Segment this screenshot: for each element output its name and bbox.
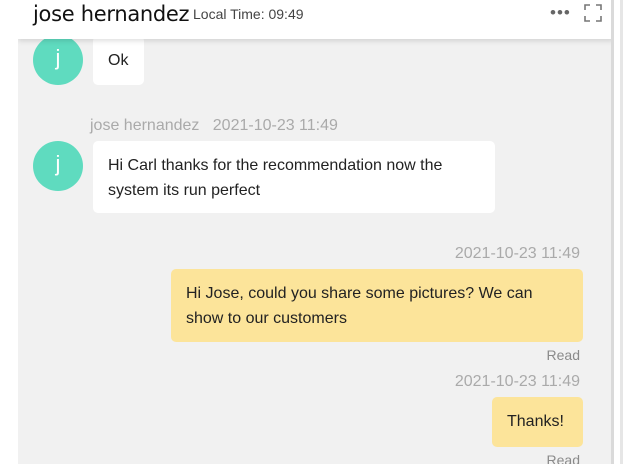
message-text: Ok: [108, 52, 129, 69]
avatar: j: [33, 141, 83, 191]
message-text-line: Hi Carl thanks for the recommendation no…: [108, 157, 443, 174]
message-time: 2021-10-23 11:49: [212, 117, 338, 134]
contact-name: jose hernandez: [33, 2, 190, 26]
expand-icon[interactable]: [584, 4, 602, 22]
avatar: j: [33, 35, 83, 85]
message-meta: jose hernandez 2021-10-23 11:49: [90, 117, 338, 135]
message-time: 2021-10-23 11:49: [454, 373, 580, 390]
sender-name: jose hernandez: [90, 117, 200, 134]
more-horizontal-icon[interactable]: •••: [550, 3, 571, 23]
message-bubble-outgoing: Hi Jose, could you share some pictures? …: [171, 269, 583, 342]
message-text: Thanks!: [507, 413, 564, 430]
scrollbar[interactable]: [620, 0, 623, 464]
chat-header: jose hernandez Local Time: 09:49 •••: [18, 0, 611, 39]
message-bubble: Hi Carl thanks for the recommendation no…: [93, 141, 495, 213]
message-text-line: system its run perfect: [108, 182, 261, 199]
message-text-line: Hi Jose, could you share some pictures? …: [186, 285, 533, 302]
chat-panel: jose hernandez Local Time: 09:49 ••• j O…: [18, 0, 614, 464]
local-time: Local Time: 09:49: [193, 6, 304, 22]
message-bubble: Ok: [93, 36, 144, 85]
message-text-line: show to our customers: [186, 310, 347, 327]
read-status: Read: [546, 452, 580, 464]
read-status: Read: [546, 347, 580, 363]
message-time: 2021-10-23 11:49: [454, 245, 580, 262]
message-bubble-outgoing: Thanks!: [492, 397, 583, 447]
